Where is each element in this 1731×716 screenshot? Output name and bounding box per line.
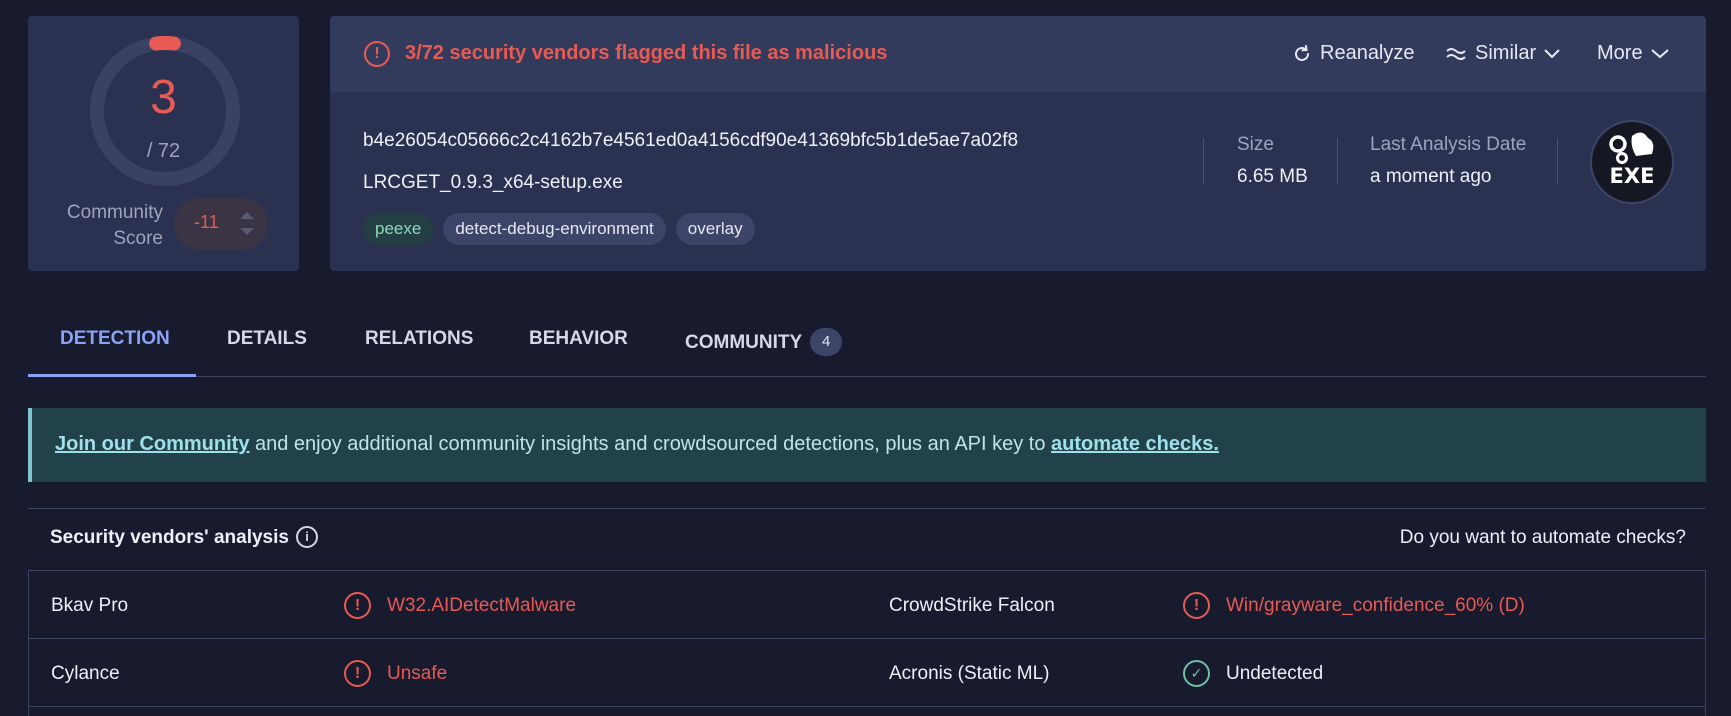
table-row: Cylance ! Unsafe Acronis (Static ML) ✓ U… xyxy=(29,639,1705,707)
vendor-name: CrowdStrike Falcon xyxy=(889,595,1055,616)
security-vendors-header: Security vendors' analysis i Do you want… xyxy=(28,508,1706,570)
chevron-down-icon xyxy=(1544,48,1560,58)
tag-overlay[interactable]: overlay xyxy=(675,213,755,245)
vendor-name: Acronis (Static ML) xyxy=(889,663,1050,684)
automate-checks-prompt[interactable]: Do you want to automate checks? xyxy=(1400,527,1686,549)
info-icon[interactable]: i xyxy=(296,526,318,548)
vendor-name: Bkav Pro xyxy=(51,595,129,616)
detection-score-card: 3 / 72 Community Score -11 xyxy=(28,16,299,271)
tab-relations[interactable]: RELATIONS xyxy=(365,320,473,377)
last-analysis-date-label: Last Analysis Date xyxy=(1370,134,1527,155)
alert-bar: ! 3/72 security vendors flagged this fil… xyxy=(330,16,1706,92)
automate-checks-link[interactable]: automate checks. xyxy=(1051,433,1219,455)
tab-details[interactable]: DETAILS xyxy=(227,320,307,377)
tag-peexe[interactable]: peexe xyxy=(363,213,434,245)
community-score-voter[interactable]: -11 xyxy=(174,198,268,250)
community-score-value: -11 xyxy=(194,212,219,232)
alert-icon: ! xyxy=(344,592,371,619)
active-tab-indicator xyxy=(28,374,196,377)
file-type-exe-icon: EXE xyxy=(1590,120,1674,204)
meta-divider xyxy=(1557,138,1558,184)
file-summary-card: ! 3/72 security vendors flagged this fil… xyxy=(330,16,1706,271)
similar-dropdown[interactable]: Similar xyxy=(1445,42,1560,65)
join-community-link[interactable]: Join our Community xyxy=(55,433,249,455)
alert-icon: ! xyxy=(344,660,371,687)
vendor-name: Cylance xyxy=(51,663,120,684)
community-count-badge: 4 xyxy=(810,328,843,356)
file-tags: peexe detect-debug-environment overlay xyxy=(363,213,755,245)
last-analysis-date-value: a moment ago xyxy=(1370,166,1492,187)
reanalyze-button[interactable]: Reanalyze xyxy=(1292,42,1415,65)
size-value: 6.65 MB xyxy=(1237,166,1308,187)
table-row: Bkav Pro ! W32.AIDetectMalware CrowdStri… xyxy=(29,571,1705,639)
alert-icon: ! xyxy=(1183,592,1210,619)
tab-detection[interactable]: DETECTION xyxy=(60,320,170,377)
tab-bar: DETECTION DETAILS RELATIONS BEHAVIOR COM… xyxy=(28,320,1706,377)
file-hash[interactable]: b4e26054c05666c2c4162b7e4561ed0a4156cdf9… xyxy=(363,130,1018,152)
file-name: LRCGET_0.9.3_x64-setup.exe xyxy=(363,172,623,193)
tab-behavior[interactable]: BEHAVIOR xyxy=(529,320,628,377)
svg-text:EXE: EXE xyxy=(1610,164,1655,188)
tag-detect-debug-environment[interactable]: detect-debug-environment xyxy=(443,213,666,245)
tab-community[interactable]: COMMUNITY 4 xyxy=(685,320,843,377)
more-dropdown[interactable]: More xyxy=(1597,42,1669,65)
vendor-results-table: Bkav Pro ! W32.AIDetectMalware CrowdStri… xyxy=(28,570,1706,716)
vendor-result: Undetected xyxy=(1226,663,1324,684)
alert-icon: ! xyxy=(364,41,390,67)
vote-up-icon[interactable] xyxy=(240,212,254,219)
vote-down-icon[interactable] xyxy=(240,228,254,235)
similar-icon xyxy=(1446,47,1466,60)
security-vendors-title: Security vendors' analysis xyxy=(50,527,289,548)
meta-divider xyxy=(1203,138,1204,184)
vendor-result: Unsafe xyxy=(387,663,448,684)
vendor-result: Win/grayware_confidence_60% (D) xyxy=(1226,595,1525,616)
meta-divider xyxy=(1337,138,1338,184)
vendor-result: W32.AIDetectMalware xyxy=(387,595,577,616)
size-label: Size xyxy=(1237,134,1274,155)
checkmark-icon: ✓ xyxy=(1183,660,1210,687)
community-score-label: Community Score xyxy=(66,202,163,249)
detection-count: 3 xyxy=(150,71,177,124)
gear-icon: EXE xyxy=(1609,132,1655,188)
detection-total: / 72 xyxy=(146,140,181,162)
join-community-banner: Join our Community and enjoy additional … xyxy=(28,408,1706,482)
alert-text: 3/72 security vendors flagged this file … xyxy=(405,42,888,64)
refresh-icon xyxy=(1295,44,1309,61)
chevron-down-icon xyxy=(1650,48,1669,58)
